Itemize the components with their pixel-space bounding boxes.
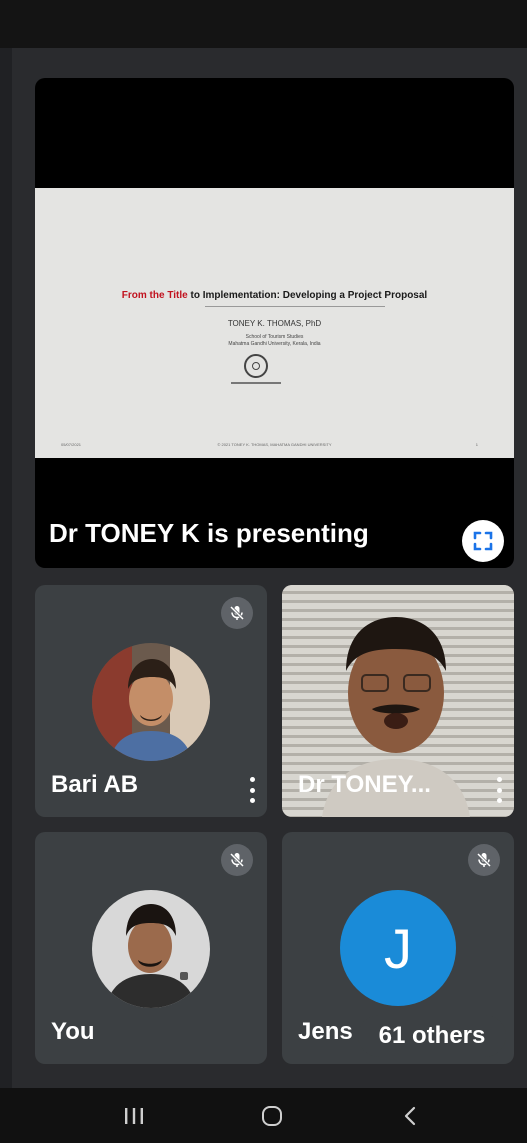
participant-photo-you (92, 890, 210, 1008)
system-nav-bar (0, 1088, 527, 1143)
slide-author: TONEY K. THOMAS, PhD (227, 319, 322, 328)
participant-photo-bari (92, 643, 210, 761)
recent-apps-icon (125, 1107, 143, 1124)
status-bar (0, 0, 527, 48)
back-button[interactable] (380, 1088, 440, 1143)
mic-off-icon (476, 852, 492, 868)
mic-off-icon (229, 605, 245, 621)
avatar (92, 890, 210, 1008)
avatar (92, 643, 210, 761)
mic-off-indicator (221, 597, 253, 629)
slide-title-rest: to Implementation: Developing a Project … (187, 290, 428, 301)
dot (496, 787, 502, 793)
dot (496, 798, 502, 803)
dot (249, 787, 255, 793)
presentation-tile[interactable]: From the Title to Implementation: Develo… (35, 78, 514, 568)
slide-footer-copyright: © 2021 TONEY K. THOMAS, MAHATMA GANDHI U… (217, 442, 332, 447)
fullscreen-icon (473, 531, 493, 551)
others-count-badge[interactable]: 61 others (358, 1015, 506, 1057)
slide-footer-page: 1 (475, 442, 478, 447)
slide-school-line2: Mahatma Gandhi University, Kerala, India (228, 341, 321, 347)
home-button[interactable] (242, 1088, 302, 1143)
seal-caption (231, 382, 281, 384)
mic-off-icon (229, 852, 245, 868)
slide-school: School of Tourism Studies Mahatma Gandhi… (35, 334, 514, 348)
recent-apps-button[interactable] (104, 1088, 164, 1143)
initial-avatar: J (340, 890, 456, 1006)
participant-tile-toney[interactable]: Dr TONEY... (282, 585, 514, 817)
more-options-button[interactable] (494, 777, 504, 803)
participant-name: Dr TONEY... (298, 771, 431, 798)
back-icon (404, 1106, 416, 1125)
participant-tile-bari[interactable]: Bari AB (35, 585, 267, 817)
shared-slide: From the Title to Implementation: Develo… (35, 188, 514, 458)
participant-tile-you[interactable]: You (35, 832, 267, 1064)
slide-title: From the Title to Implementation: Develo… (35, 290, 514, 301)
mic-off-indicator (468, 844, 500, 876)
more-options-button[interactable] (247, 777, 257, 803)
slide-school-line1: School of Tourism Studies (245, 334, 304, 340)
dot (496, 777, 502, 782)
university-seal-icon (244, 354, 268, 378)
slide-title-highlight: From the Title (121, 290, 188, 301)
dot (249, 798, 255, 803)
participant-name: Jens (298, 1018, 353, 1045)
dot (249, 777, 255, 782)
slide-title-underline (205, 306, 385, 307)
fullscreen-button[interactable] (462, 520, 504, 562)
mic-off-indicator (221, 844, 253, 876)
presenting-label: Dr TONEY K is presenting (49, 518, 369, 548)
home-icon (262, 1105, 282, 1126)
participant-name: You (51, 1018, 95, 1045)
participant-name: Bari AB (51, 771, 139, 798)
